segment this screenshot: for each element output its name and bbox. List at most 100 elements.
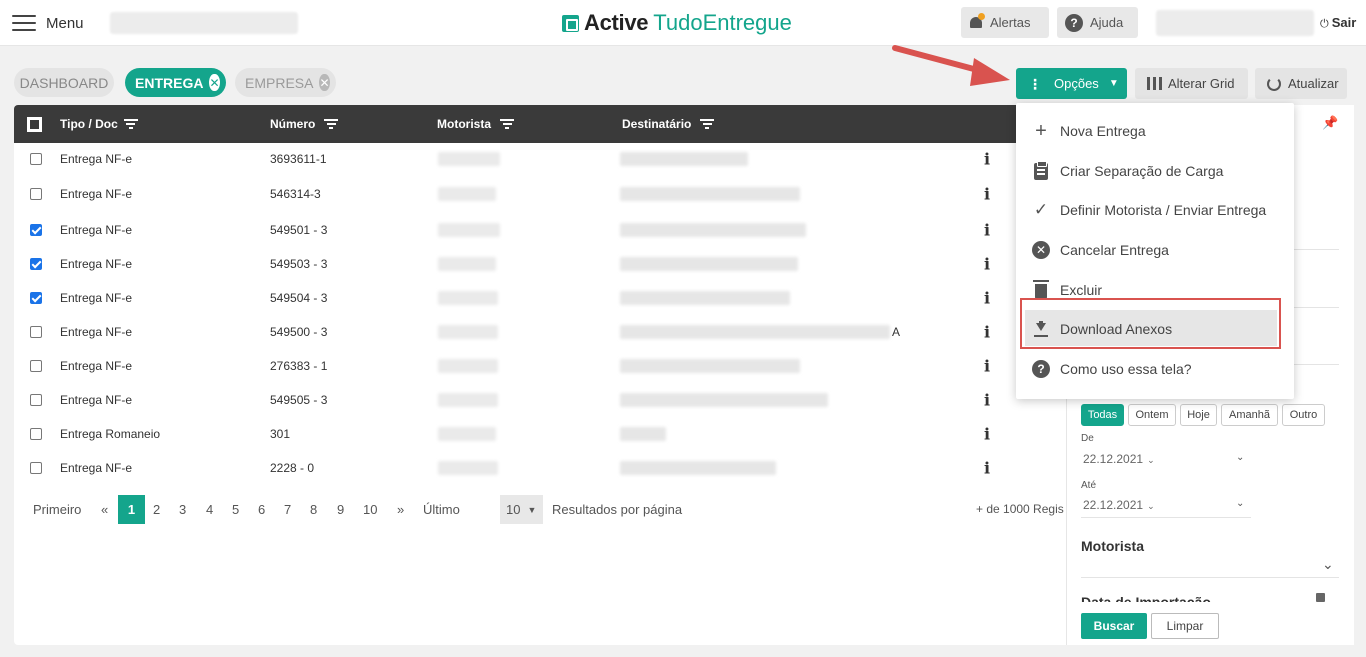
- table-row[interactable]: Entrega NF-e 549501 - 3 i: [14, 213, 1066, 247]
- info-icon[interactable]: i: [984, 459, 990, 478]
- filter-icon[interactable]: [324, 119, 339, 129]
- row-checkbox[interactable]: [30, 258, 42, 270]
- ate-date-field[interactable]: 22.12.2021 ⌄: [1083, 498, 1155, 512]
- table-row[interactable]: Entrega NF-e 546314-3 i: [14, 177, 1066, 211]
- close-tab-empresa-icon[interactable]: ✕: [319, 74, 330, 91]
- row-checkbox[interactable]: [30, 360, 42, 372]
- chevron-down-icon[interactable]: ⌄: [1236, 498, 1244, 509]
- pagination-page[interactable]: 8: [310, 502, 317, 517]
- info-icon[interactable]: i: [984, 357, 990, 376]
- redacted-motorista: [438, 152, 500, 166]
- table-row[interactable]: Entrega NF-e 549504 - 3 i: [14, 281, 1066, 315]
- pagination-page[interactable]: 2: [153, 502, 160, 517]
- tab-entrega[interactable]: ENTREGA ✕: [125, 68, 226, 97]
- tab-empresa[interactable]: EMPRESA ✕: [235, 68, 336, 97]
- menu-item-label: Cancelar Entrega: [1060, 242, 1169, 258]
- table-row[interactable]: Entrega NF-e 549505 - 3 i: [14, 383, 1066, 417]
- info-icon[interactable]: i: [984, 289, 990, 308]
- info-icon[interactable]: i: [984, 150, 990, 169]
- filter-icon[interactable]: [123, 119, 138, 129]
- atualizar-button[interactable]: Atualizar: [1255, 68, 1347, 99]
- row-checkbox[interactable]: [30, 224, 42, 236]
- pagination-page[interactable]: 4: [206, 502, 213, 517]
- menu-item-como-uso[interactable]: ? Como uso essa tela?: [1016, 351, 1294, 387]
- info-icon[interactable]: i: [984, 391, 990, 410]
- menu-item-nova-entrega[interactable]: + Nova Entrega: [1016, 113, 1294, 149]
- col-numero[interactable]: Número: [270, 117, 339, 131]
- pagination-last[interactable]: Último: [423, 502, 460, 517]
- select-all-checkbox[interactable]: [27, 117, 42, 132]
- table-row[interactable]: Entrega NF-e 3693611-1 i: [14, 142, 1066, 176]
- row-checkbox[interactable]: [30, 462, 42, 474]
- pagination-first[interactable]: Primeiro: [33, 502, 81, 517]
- table-row[interactable]: Entrega Romaneio 301 i: [14, 417, 1066, 451]
- period-hoje-button[interactable]: Hoje: [1180, 404, 1217, 426]
- top-bar: Menu Active TudoEntregue Alertas ? Ajuda…: [0, 0, 1366, 46]
- info-icon[interactable]: i: [984, 221, 990, 240]
- row-checkbox[interactable]: [30, 394, 42, 406]
- ajuda-button[interactable]: ? Ajuda: [1057, 7, 1138, 38]
- limpar-button[interactable]: Limpar: [1151, 613, 1219, 639]
- pagination-prev[interactable]: «: [101, 502, 108, 517]
- alterar-grid-button[interactable]: Alterar Grid: [1135, 68, 1248, 99]
- info-icon[interactable]: i: [984, 185, 990, 204]
- pagination-page[interactable]: 5: [232, 502, 239, 517]
- hamburger-menu-icon[interactable]: [12, 15, 36, 31]
- info-icon[interactable]: i: [984, 255, 990, 274]
- menu-item-definir-motorista[interactable]: ✓ Definir Motorista / Enviar Entrega: [1016, 192, 1294, 228]
- pagination-page[interactable]: 9: [337, 502, 344, 517]
- table-row[interactable]: Entrega NF-e 2228 - 0 i: [14, 451, 1066, 485]
- row-checkbox[interactable]: [30, 428, 42, 440]
- menu-item-cancelar-entrega[interactable]: ✕ Cancelar Entrega: [1016, 232, 1294, 268]
- row-checkbox[interactable]: [30, 292, 42, 304]
- period-outro-button[interactable]: Outro: [1282, 404, 1325, 426]
- col-destinatario[interactable]: Destinatário: [622, 117, 715, 131]
- table-row[interactable]: Entrega NF-e 549503 - 3 i: [14, 247, 1066, 281]
- table-row[interactable]: Entrega NF-e 549500 - 3 Ai: [14, 315, 1066, 349]
- redacted-user-field: [1156, 10, 1314, 36]
- close-tab-entrega-icon[interactable]: ✕: [209, 74, 220, 91]
- period-todas-button[interactable]: Todas: [1081, 404, 1124, 426]
- row-checkbox[interactable]: [30, 326, 42, 338]
- redacted-motorista: [438, 291, 498, 305]
- trash-icon[interactable]: [1316, 593, 1325, 602]
- menu-item-criar-separacao[interactable]: Criar Separação de Carga: [1016, 153, 1294, 189]
- row-tipo: Entrega NF-e: [60, 325, 133, 339]
- info-icon[interactable]: i: [984, 323, 990, 342]
- opcoes-button[interactable]: ⋮ Opções ▼: [1016, 68, 1127, 99]
- de-date-field[interactable]: 22.12.2021 ⌄: [1083, 452, 1155, 466]
- pagination-current-page[interactable]: 1: [118, 495, 145, 524]
- period-ontem-button[interactable]: Ontem: [1128, 404, 1176, 426]
- clipboard-icon: [1032, 160, 1050, 180]
- sair-button[interactable]: ⏻ Sair: [1320, 15, 1356, 31]
- pagination-page[interactable]: 6: [258, 502, 265, 517]
- buscar-button[interactable]: Buscar: [1081, 613, 1147, 639]
- pagination-page[interactable]: 7: [284, 502, 291, 517]
- pagination-page[interactable]: 3: [179, 502, 186, 517]
- filter-icon[interactable]: [700, 119, 715, 129]
- chevron-down-icon[interactable]: ⌄: [1322, 556, 1334, 573]
- period-amanha-button[interactable]: Amanhã: [1221, 404, 1278, 426]
- per-page-select[interactable]: 10 ▼: [500, 495, 543, 524]
- tab-dashboard[interactable]: DASHBOARD: [14, 68, 114, 97]
- menu-label[interactable]: Menu: [46, 15, 84, 32]
- pin-icon[interactable]: 📌: [1322, 115, 1338, 131]
- row-numero: 549501 - 3: [270, 223, 328, 237]
- pagination-page[interactable]: 10: [363, 502, 377, 517]
- alertas-button[interactable]: Alertas: [961, 7, 1049, 38]
- redacted-motorista: [438, 393, 498, 407]
- col-motorista[interactable]: Motorista: [437, 117, 514, 131]
- pagination-next[interactable]: »: [397, 502, 404, 517]
- col-tipo-doc[interactable]: Tipo / Doc: [60, 117, 138, 131]
- table-row[interactable]: Entrega NF-e 276383 - 1 i: [14, 349, 1066, 383]
- menu-item-label: Nova Entrega: [1060, 123, 1146, 139]
- filter-icon[interactable]: [500, 119, 514, 129]
- row-numero: 546314-3: [270, 187, 321, 201]
- row-checkbox[interactable]: [30, 153, 42, 165]
- info-icon[interactable]: i: [984, 425, 990, 444]
- help-icon: ?: [1032, 360, 1050, 378]
- row-checkbox[interactable]: [30, 188, 42, 200]
- chevron-down-icon[interactable]: ⌄: [1236, 452, 1244, 463]
- caret-down-icon: ▼: [527, 504, 537, 515]
- menu-item-label: Excluir: [1060, 282, 1103, 298]
